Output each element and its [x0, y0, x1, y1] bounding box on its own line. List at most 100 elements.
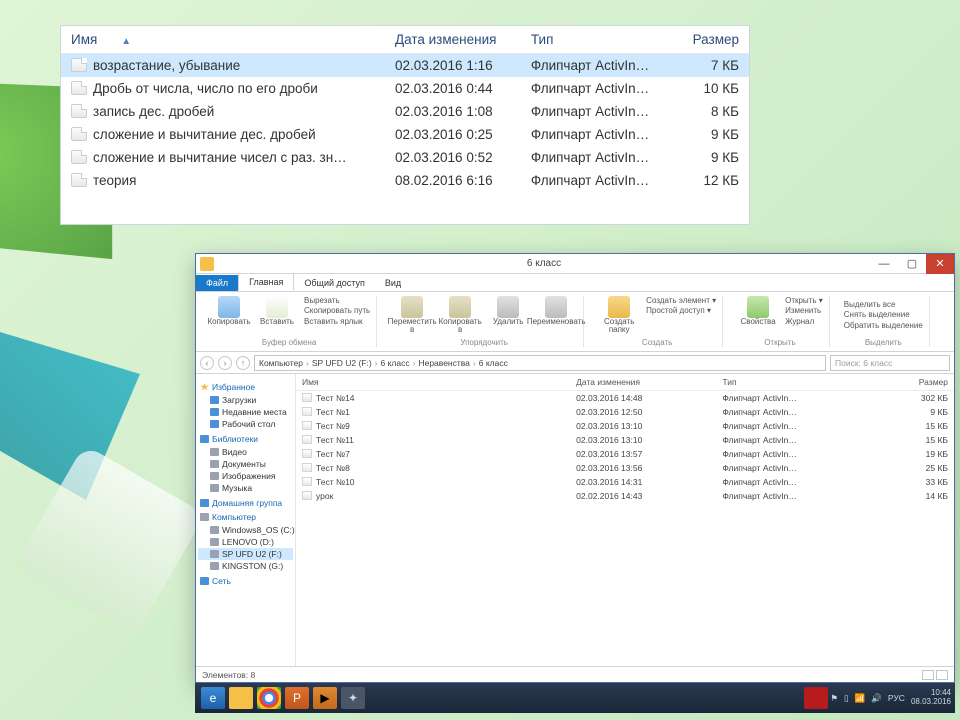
search-input[interactable]: Поиск: 6 класс: [830, 355, 950, 371]
list-item[interactable]: Тест №1 02.03.2016 12:50Флипчарт ActivIn…: [296, 405, 954, 419]
list-item[interactable]: Тест №10 02.03.2016 14:31Флипчарт ActivI…: [296, 475, 954, 489]
view-details-icon[interactable]: [922, 670, 934, 680]
tree-network[interactable]: Сеть: [200, 576, 293, 586]
taskbar-media-icon[interactable]: ▶: [313, 687, 337, 709]
file-icon: [71, 81, 87, 95]
tree-drive-c[interactable]: Windows8_OS (C:): [198, 524, 293, 536]
col-header-name[interactable]: Имя▲: [61, 26, 385, 54]
tree-documents[interactable]: Документы: [198, 458, 293, 470]
tree-images[interactable]: Изображения: [198, 470, 293, 482]
properties-button[interactable]: Свойства: [737, 296, 779, 326]
tree-homegroup[interactable]: Домашняя группа: [200, 498, 293, 508]
table-row[interactable]: Дробь от числа, число по его дроби 02.03…: [61, 77, 749, 100]
rename-button[interactable]: Переименовать: [535, 296, 577, 326]
tree-libraries[interactable]: Библиотеки: [200, 434, 293, 444]
taskbar-ie-icon[interactable]: e: [201, 687, 225, 709]
tray-volume-icon[interactable]: 🔊: [871, 693, 882, 704]
taskbar-explorer-icon[interactable]: [229, 687, 253, 709]
table-row[interactable]: запись дес. дробей 02.03.2016 1:08Флипча…: [61, 100, 749, 123]
easy-access-button[interactable]: Простой доступ ▾: [646, 306, 716, 316]
tab-share[interactable]: Общий доступ: [294, 275, 374, 291]
nav-up-icon[interactable]: ↑: [236, 356, 250, 370]
tab-home[interactable]: Главная: [238, 273, 294, 291]
tree-favorites[interactable]: Избранное: [200, 382, 293, 392]
tab-view[interactable]: Вид: [375, 275, 411, 291]
tree-recent[interactable]: Недавние места: [198, 406, 293, 418]
file-icon: [302, 407, 312, 416]
open-button[interactable]: Открыть ▾: [785, 296, 823, 306]
tree-computer[interactable]: Компьютер: [200, 512, 293, 522]
list-col-name[interactable]: Имя: [296, 374, 570, 391]
copy-path-button[interactable]: Скопировать путь: [304, 306, 370, 316]
tray[interactable]: ⚑ ▯ 📶 🔊 РУС: [830, 693, 905, 704]
minimize-button[interactable]: —: [870, 254, 898, 274]
tray-battery-icon[interactable]: ▯: [844, 693, 849, 704]
tree-downloads[interactable]: Загрузки: [198, 394, 293, 406]
copy-button[interactable]: Копировать: [208, 296, 250, 326]
taskbar-app-icon[interactable]: ✦: [341, 687, 365, 709]
invert-selection-button[interactable]: Обратить выделение: [844, 321, 923, 331]
list-col-type[interactable]: Тип: [716, 374, 871, 391]
close-button[interactable]: ✕: [926, 254, 954, 274]
maximize-button[interactable]: ▢: [898, 254, 926, 274]
table-row[interactable]: возрастание, убывание 02.03.2016 1:16Фли…: [61, 54, 749, 78]
new-item-button[interactable]: Создать элемент ▾: [646, 296, 716, 306]
nav-forward-icon[interactable]: ›: [218, 356, 232, 370]
breadcrumb-item[interactable]: 6 класс: [479, 358, 511, 368]
taskbar-powerpoint-icon[interactable]: P: [285, 687, 309, 709]
list-item[interactable]: урок 02.02.2016 14:43Флипчарт ActivIn…14…: [296, 489, 954, 503]
move-to-button[interactable]: Переместить в: [391, 296, 433, 335]
delete-button[interactable]: Удалить: [487, 296, 529, 326]
tree-drive-g[interactable]: KINGSTON (G:): [198, 560, 293, 572]
list-item[interactable]: Тест №9 02.03.2016 13:10Флипчарт ActivIn…: [296, 419, 954, 433]
paste-shortcut-button[interactable]: Вставить ярлык: [304, 317, 370, 327]
cut-button[interactable]: Вырезать: [304, 296, 370, 306]
col-header-date[interactable]: Дата изменения: [385, 26, 521, 54]
window-title: 6 класс: [218, 258, 870, 269]
breadcrumb-item[interactable]: SP UFD U2 (F:): [312, 358, 378, 368]
breadcrumb-item[interactable]: Компьютер: [259, 358, 309, 368]
new-folder-button[interactable]: Создать папку: [598, 296, 640, 335]
table-row[interactable]: теория 08.02.2016 6:16Флипчарт ActivIn…1…: [61, 169, 749, 192]
file-icon: [71, 104, 87, 118]
ribbon-group-open: Открыть: [737, 338, 823, 347]
tray-lang[interactable]: РУС: [888, 693, 905, 703]
view-large-icon[interactable]: [936, 670, 948, 680]
taskbar: e P ▶ ✦ ⚑ ▯ 📶 🔊 РУС 10:4408.03.2016: [195, 683, 955, 713]
tray-flag-icon[interactable]: ⚑: [830, 693, 838, 704]
breadcrumb-item[interactable]: Неравенства: [418, 358, 475, 368]
nav-back-icon[interactable]: ‹: [200, 356, 214, 370]
history-button[interactable]: Журнал: [785, 317, 823, 327]
tree-drive-f[interactable]: SP UFD U2 (F:): [198, 548, 293, 560]
file-icon: [302, 463, 312, 472]
file-list: Имя Дата изменения Тип Размер Тест №14 0…: [296, 374, 954, 666]
tab-file[interactable]: Файл: [196, 275, 238, 291]
tray-clock[interactable]: 10:4408.03.2016: [911, 689, 951, 707]
copy-to-button[interactable]: Копировать в: [439, 296, 481, 335]
select-none-button[interactable]: Снять выделение: [844, 310, 923, 320]
tray-alert-icon[interactable]: [804, 687, 828, 709]
col-header-type[interactable]: Тип: [521, 26, 665, 54]
table-row[interactable]: сложение и вычитание чисел с раз. зн… 02…: [61, 146, 749, 169]
list-col-date[interactable]: Дата изменения: [570, 374, 716, 391]
list-item[interactable]: Тест №14 02.03.2016 14:48Флипчарт ActivI…: [296, 391, 954, 406]
tree-music[interactable]: Музыка: [198, 482, 293, 494]
tray-network-icon[interactable]: 📶: [855, 693, 866, 704]
tree-videos[interactable]: Видео: [198, 446, 293, 458]
tree-desktop[interactable]: Рабочий стол: [198, 418, 293, 430]
paste-button[interactable]: Вставить: [256, 296, 298, 326]
breadcrumb-item[interactable]: 6 класс: [381, 358, 416, 368]
title-bar[interactable]: 6 класс — ▢ ✕: [196, 254, 954, 274]
edit-button[interactable]: Изменить: [785, 306, 823, 316]
col-header-size[interactable]: Размер: [665, 26, 749, 54]
file-icon: [302, 477, 312, 486]
select-all-button[interactable]: Выделить все: [844, 300, 923, 310]
list-col-size[interactable]: Размер: [872, 374, 954, 391]
list-item[interactable]: Тест №8 02.03.2016 13:56Флипчарт ActivIn…: [296, 461, 954, 475]
list-item[interactable]: Тест №7 02.03.2016 13:57Флипчарт ActivIn…: [296, 447, 954, 461]
tree-drive-d[interactable]: LENOVO (D:): [198, 536, 293, 548]
table-row[interactable]: сложение и вычитание дес. дробей 02.03.2…: [61, 123, 749, 146]
breadcrumb[interactable]: КомпьютерSP UFD U2 (F:)6 классНеравенств…: [254, 355, 826, 371]
taskbar-chrome-icon[interactable]: [257, 687, 281, 709]
list-item[interactable]: Тест №11 02.03.2016 13:10Флипчарт ActivI…: [296, 433, 954, 447]
